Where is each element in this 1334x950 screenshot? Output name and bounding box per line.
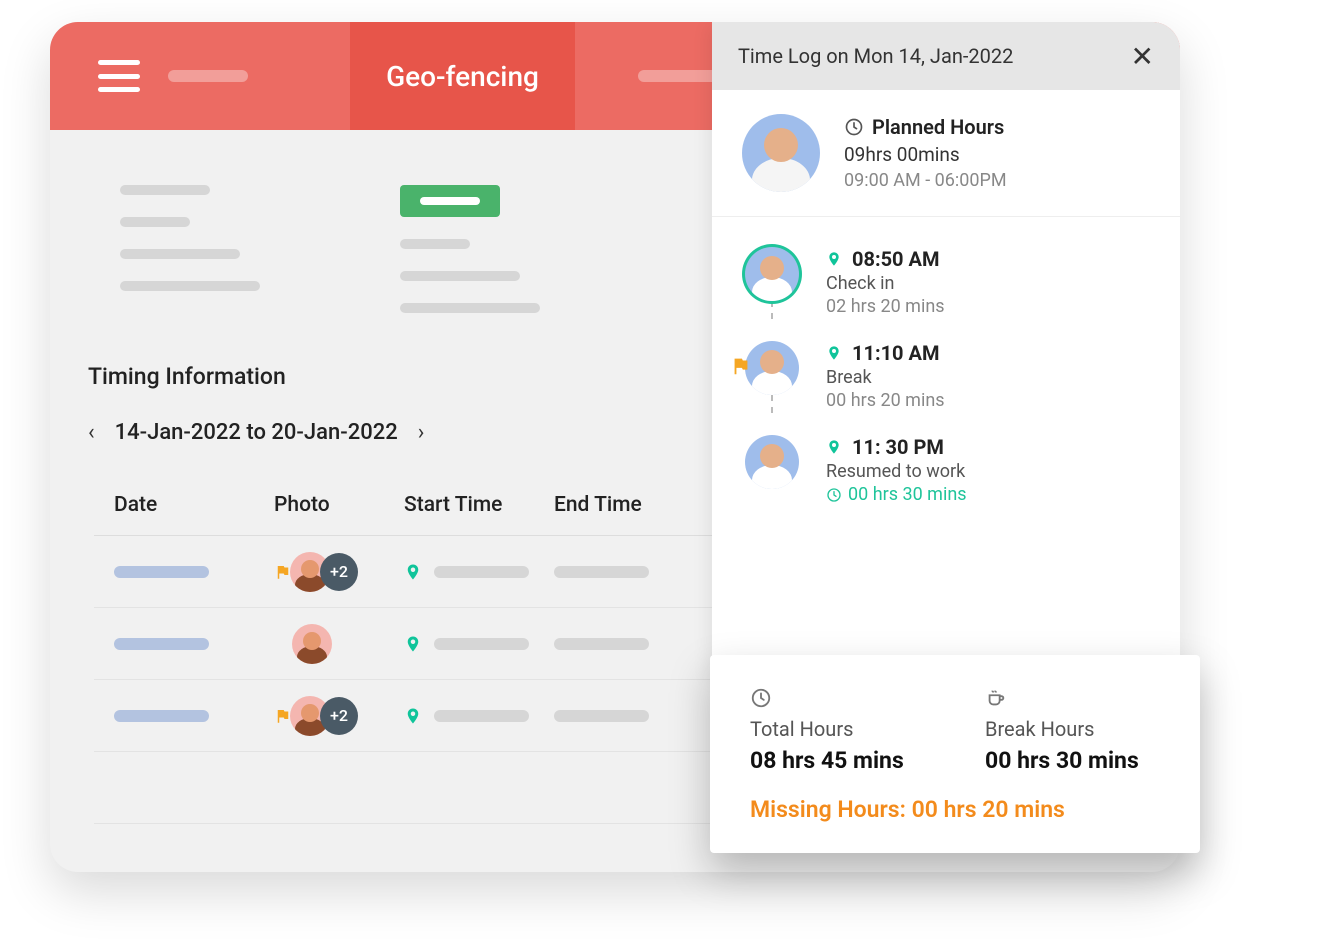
- date-placeholder: [114, 566, 209, 578]
- timeline-label: Check in: [826, 273, 1150, 294]
- col-end: End Time: [554, 493, 694, 517]
- timeline: 08:50 AM Check in 02 hrs 20 mins 11:10 A…: [712, 217, 1180, 525]
- col-date: Date: [114, 493, 274, 517]
- placeholder-line: [120, 185, 210, 195]
- time-log-panel: Time Log on Mon 14, Jan-2022 ✕ Planned H…: [712, 22, 1180, 677]
- more-count-badge[interactable]: +2: [320, 553, 358, 591]
- time-placeholder: [554, 638, 649, 650]
- clock-icon: [826, 487, 842, 503]
- break-hours-label: Break Hours: [985, 717, 1160, 741]
- placeholder-line: [400, 271, 520, 281]
- total-hours-block: Total Hours 08 hrs 45 mins: [750, 687, 925, 774]
- timeline-label: Resumed to work: [826, 461, 1150, 482]
- timeline-time: 11:10 AM: [852, 341, 939, 365]
- placeholder-line: [120, 281, 260, 291]
- avatar: [745, 435, 799, 489]
- time-placeholder: [434, 566, 529, 578]
- planned-label: Planned Hours: [872, 115, 1004, 139]
- placeholder-line: [400, 303, 540, 313]
- planned-hours: 09hrs 00mins: [844, 143, 1007, 166]
- flag-icon: [730, 355, 752, 377]
- time-placeholder: [434, 638, 529, 650]
- close-icon[interactable]: ✕: [1131, 40, 1154, 73]
- primary-button[interactable]: [400, 185, 500, 217]
- panel-header: Time Log on Mon 14, Jan-2022 ✕: [712, 22, 1180, 90]
- break-hours-block: Break Hours 00 hrs 30 mins: [985, 687, 1160, 774]
- avatar[interactable]: [292, 624, 332, 664]
- time-placeholder: [554, 566, 649, 578]
- location-pin-icon: [826, 343, 842, 363]
- location-pin-icon: [404, 704, 422, 728]
- timeline-time: 08:50 AM: [852, 247, 939, 271]
- timeline-item: 08:50 AM Check in 02 hrs 20 mins: [742, 247, 1150, 341]
- more-count-badge[interactable]: +2: [320, 697, 358, 735]
- avatar: [742, 114, 820, 192]
- location-pin-icon: [826, 249, 842, 269]
- time-placeholder: [434, 710, 529, 722]
- avatar: [745, 341, 799, 395]
- tab-geofencing[interactable]: Geo-fencing: [350, 22, 575, 130]
- date-placeholder: [114, 638, 209, 650]
- location-pin-icon: [404, 560, 422, 584]
- date-placeholder: [114, 710, 209, 722]
- location-pin-icon: [826, 437, 842, 457]
- form-col-right: [400, 185, 540, 313]
- clock-icon: [844, 117, 864, 137]
- break-hours-value: 00 hrs 30 mins: [985, 747, 1160, 774]
- timeline-time: 11: 30 PM: [852, 435, 944, 459]
- date-range-label: 14-Jan-2022 to 20-Jan-2022: [115, 420, 398, 445]
- prev-week-icon[interactable]: ‹: [88, 420, 95, 445]
- timeline-label: Break: [826, 367, 1150, 388]
- location-pin-icon: [404, 632, 422, 656]
- placeholder-line: [120, 249, 240, 259]
- cup-icon: [985, 687, 1007, 709]
- hamburger-menu-icon[interactable]: [98, 60, 140, 92]
- timeline-duration: 00 hrs 20 mins: [826, 390, 1150, 411]
- next-week-icon[interactable]: ›: [418, 420, 425, 445]
- col-photo: Photo: [274, 493, 404, 517]
- total-hours-label: Total Hours: [750, 717, 925, 741]
- summary-card: Total Hours 08 hrs 45 mins Break Hours 0…: [710, 655, 1200, 853]
- planned-range: 09:00 AM - 06:00PM: [844, 170, 1007, 191]
- placeholder-line: [400, 239, 470, 249]
- timeline-connector: [771, 301, 773, 319]
- planned-hours-block: Planned Hours 09hrs 00mins 09:00 AM - 06…: [712, 90, 1180, 217]
- time-placeholder: [554, 710, 649, 722]
- timeline-connector: [771, 395, 773, 413]
- tab-placeholder[interactable]: [168, 70, 248, 82]
- form-col-left: [120, 185, 260, 313]
- total-hours-value: 08 hrs 45 mins: [750, 747, 925, 774]
- avatar: [745, 247, 799, 301]
- col-start: Start Time: [404, 493, 554, 517]
- tab-placeholder[interactable]: [638, 70, 718, 82]
- timeline-duration: 00 hrs 30 mins: [826, 484, 1150, 505]
- clock-icon: [750, 687, 772, 709]
- missing-hours: Missing Hours: 00 hrs 20 mins: [750, 796, 1160, 823]
- timeline-duration: 02 hrs 20 mins: [826, 296, 1150, 317]
- timeline-item: 11: 30 PM Resumed to work 00 hrs 30 mins: [742, 435, 1150, 505]
- timeline-item: 11:10 AM Break 00 hrs 20 mins: [742, 341, 1150, 435]
- placeholder-line: [120, 217, 190, 227]
- panel-title: Time Log on Mon 14, Jan-2022: [738, 44, 1013, 68]
